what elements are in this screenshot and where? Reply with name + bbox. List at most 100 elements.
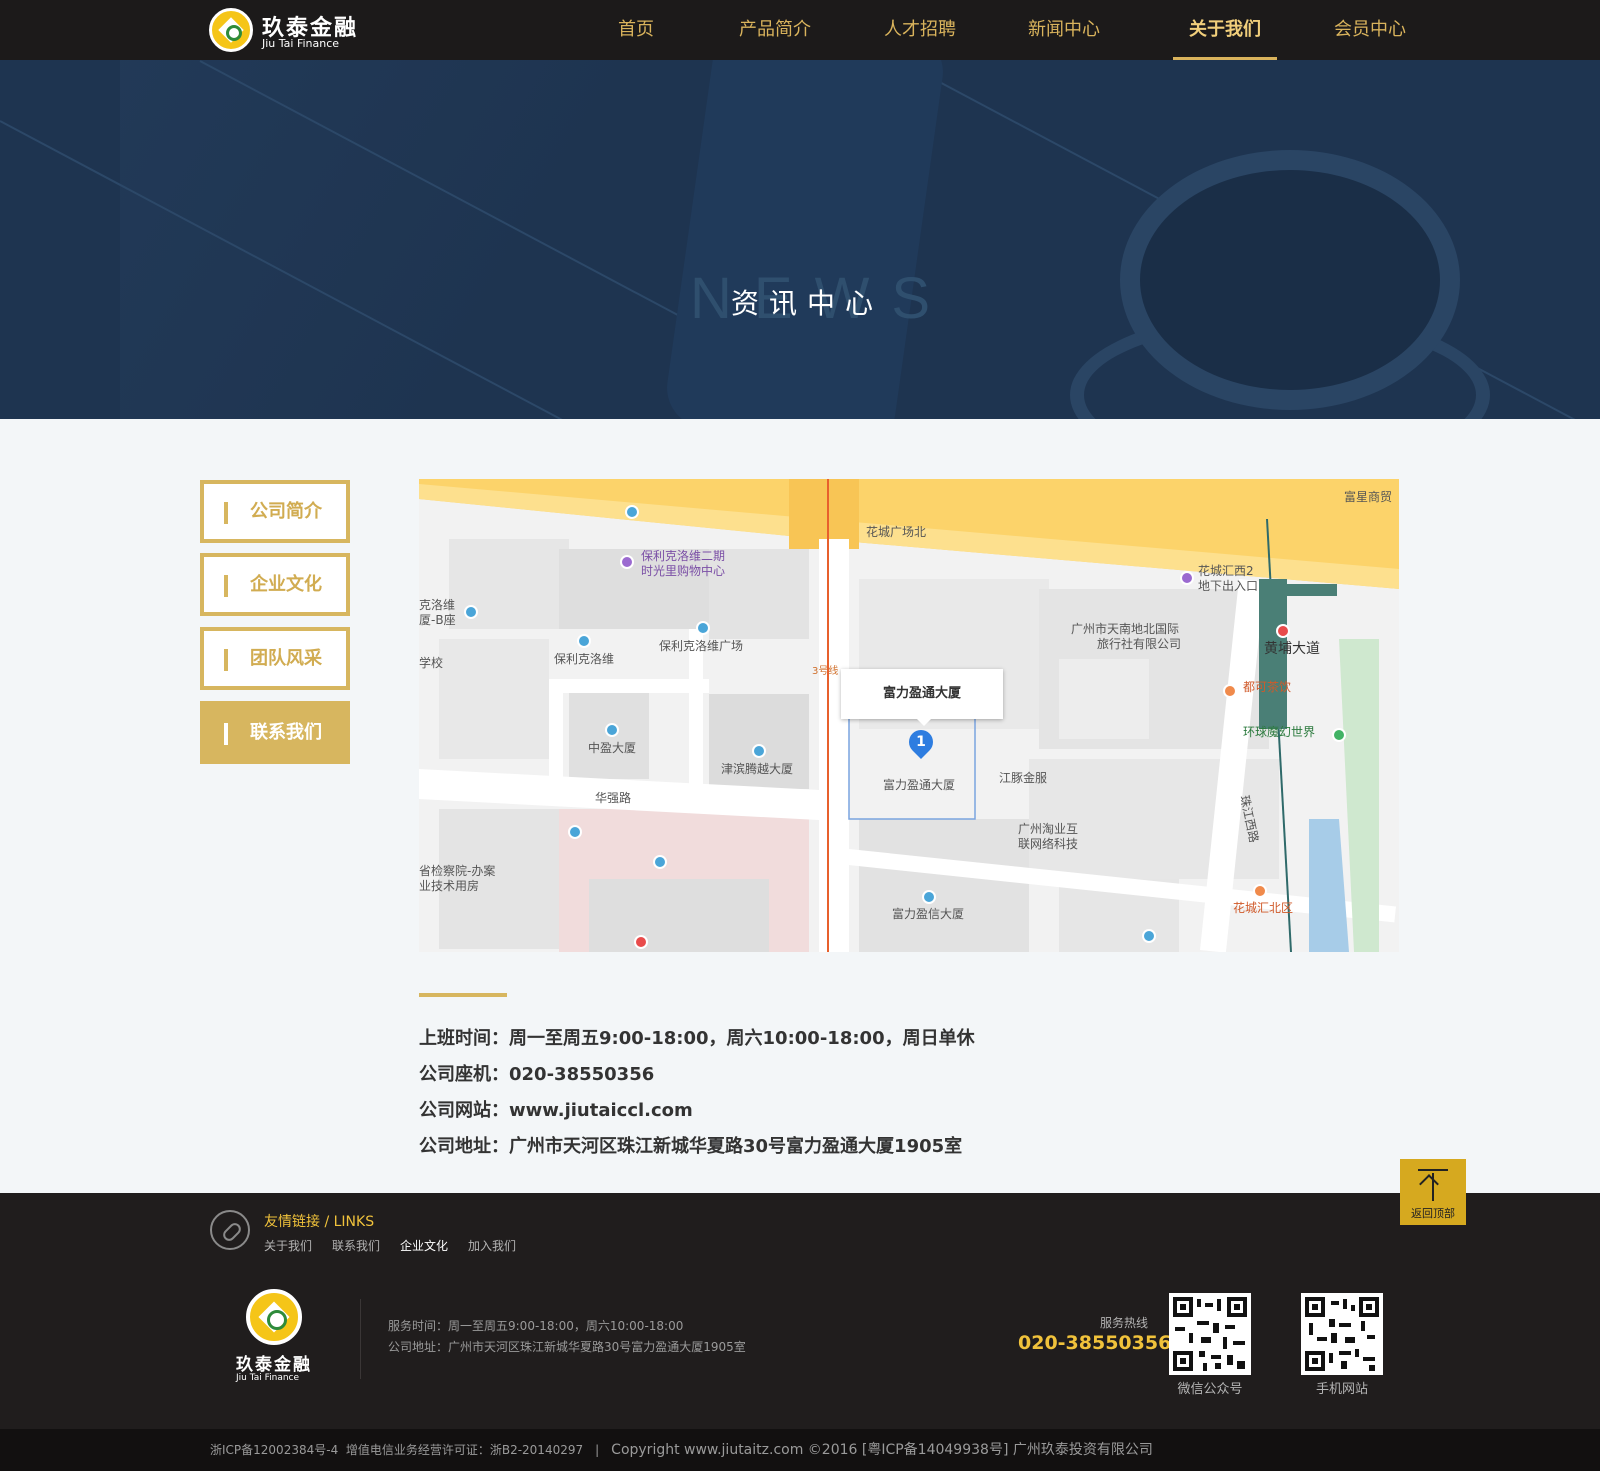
map-label: 省检察院-办案 bbox=[419, 864, 496, 878]
building-icon bbox=[922, 890, 936, 904]
map-label: 保利克洛维 bbox=[554, 652, 615, 666]
map-label: 保利克洛维广场 bbox=[659, 639, 744, 653]
friend-link-about[interactable]: 关于我们 bbox=[264, 1237, 312, 1254]
map-pin-icon[interactable]: 1 bbox=[904, 725, 938, 759]
contact-address: 公司地址：广州市天河区珠江新城华夏路30号富力盈通大厦1905室 bbox=[419, 1132, 962, 1158]
map-label: 花城汇西2 bbox=[1198, 564, 1254, 578]
friend-links-title: 友情链接 / LINKS bbox=[264, 1214, 375, 1230]
logo-text-en: Jiu Tai Finance bbox=[262, 37, 340, 50]
banner-hand-shape bbox=[661, 60, 949, 419]
friend-link-join[interactable]: 加入我们 bbox=[468, 1237, 516, 1254]
nav-item-home[interactable]: 首页 bbox=[585, 0, 687, 60]
hotline-label: 服务热线 bbox=[1100, 1316, 1149, 1330]
footer-divider bbox=[360, 1299, 361, 1379]
mall-icon bbox=[620, 555, 634, 569]
map-label: 克洛维 bbox=[419, 598, 456, 612]
map-label: 津滨腾越大厦 bbox=[721, 762, 794, 776]
map-label: 花城广场北 bbox=[866, 525, 927, 539]
entrance-icon bbox=[1180, 571, 1194, 585]
footer-service-time: 服务时间：周一至周五9:00-18:00，周六10:00-18:00 bbox=[388, 1319, 684, 1333]
hospital-icon bbox=[634, 935, 648, 949]
map-label: 环球魔幻世界 bbox=[1243, 725, 1316, 739]
nav-item-news[interactable]: 新闻中心 bbox=[1024, 0, 1104, 60]
hotline-number: 020-38550356 bbox=[1018, 1332, 1172, 1354]
map-label: 富力盈信大厦 bbox=[892, 907, 965, 921]
contact-website-value[interactable]: www.jiutaiccl.com bbox=[509, 1100, 693, 1121]
contact-phone-value: 020-38550356 bbox=[509, 1064, 655, 1085]
site-footer: 友情链接 / LINKS 关于我们 联系我们 企业文化 加入我们 玖泰金融 Ji… bbox=[0, 1193, 1600, 1429]
metro-line-label: 3号线 bbox=[812, 666, 839, 677]
metro-icon bbox=[1276, 624, 1290, 638]
contact-hours-key: 上班时间： bbox=[419, 1028, 509, 1049]
map-label: 联网络科技 bbox=[1018, 837, 1079, 851]
link-icon bbox=[210, 1210, 250, 1250]
sidebar-item-company-intro[interactable]: 公司简介 bbox=[200, 480, 350, 543]
footer-logo-icon bbox=[246, 1289, 302, 1345]
contact-phone: 公司座机：020-38550356 bbox=[419, 1060, 654, 1086]
icp-number: 浙ICP备12002384号-4 bbox=[210, 1443, 339, 1457]
friend-link-culture[interactable]: 企业文化 bbox=[400, 1237, 448, 1254]
map-label: 时光里购物中心 bbox=[641, 564, 726, 578]
copyright-text: 浙ICP备12002384号-4 增值电信业务经营许可证：浙B2-2014029… bbox=[210, 1429, 1153, 1471]
sidebar-item-label: 公司简介 bbox=[250, 501, 322, 522]
pin-number: 1 bbox=[916, 734, 926, 750]
parking-icon bbox=[568, 825, 582, 839]
map-label: 旅行社有限公司 bbox=[1097, 637, 1182, 651]
map-label: 华强路 bbox=[595, 791, 632, 805]
map-label: 业技术用房 bbox=[419, 879, 480, 893]
map-label: 保利克洛维二期 bbox=[641, 549, 726, 563]
nav-item-about[interactable]: 关于我们 bbox=[1173, 0, 1277, 60]
wechat-qr-code bbox=[1169, 1293, 1251, 1375]
map-popup[interactable]: 富力盈通大厦 bbox=[841, 669, 1003, 726]
contact-hours-value: 周一至周五9:00-18:00，周六10:00-18:00，周日单休 bbox=[509, 1028, 975, 1049]
site-header: 玖泰金融 Jiu Tai Finance 首页 产品简介 人才招聘 新闻中心 关… bbox=[0, 0, 1600, 60]
page-banner: NEWS 资讯中心 bbox=[0, 60, 1600, 419]
wechat-qr-label: 微信公众号 bbox=[1177, 1382, 1243, 1397]
map-label: 学校 bbox=[419, 656, 444, 670]
map-label: 黄埔大道 bbox=[1264, 641, 1320, 657]
nav-item-products[interactable]: 产品简介 bbox=[735, 0, 815, 60]
logo-mark-icon bbox=[209, 8, 253, 52]
building-icon bbox=[577, 634, 591, 648]
nav-item-careers[interactable]: 人才招聘 bbox=[880, 0, 960, 60]
separator: | bbox=[595, 1443, 600, 1457]
footer-logo-text-cn: 玖泰金融 bbox=[236, 1355, 312, 1375]
back-to-top-button[interactable]: 返回顶部 bbox=[1400, 1159, 1466, 1225]
map-label: 广州淘业互 bbox=[1018, 822, 1079, 836]
sidebar-item-team[interactable]: 团队风采 bbox=[200, 627, 350, 690]
sidebar-item-label: 团队风采 bbox=[250, 648, 322, 669]
map-label: 广州市天南地北国际 bbox=[1071, 622, 1180, 636]
building-icon bbox=[1142, 929, 1156, 943]
friend-link-contact[interactable]: 联系我们 bbox=[332, 1237, 380, 1254]
mobile-site-qr-code bbox=[1301, 1293, 1383, 1375]
nav-item-member[interactable]: 会员中心 bbox=[1330, 0, 1410, 60]
map-label: 都可茶饮 bbox=[1243, 680, 1292, 694]
building-icon bbox=[752, 744, 766, 758]
attraction-icon bbox=[1253, 884, 1267, 898]
section-divider bbox=[419, 993, 507, 997]
building-icon bbox=[653, 855, 667, 869]
contact-website: 公司网站：www.jiutaiccl.com bbox=[419, 1096, 693, 1122]
map-label: 地下出入口 bbox=[1198, 579, 1259, 593]
park-icon bbox=[1332, 728, 1346, 742]
building-icon bbox=[696, 621, 710, 635]
map-label: 厦-B座 bbox=[419, 613, 456, 627]
map-label: 中盈大厦 bbox=[588, 741, 637, 755]
contact-address-value: 广州市天河区珠江新城华夏路30号富力盈通大厦1905室 bbox=[509, 1136, 963, 1157]
banner-cup-shape bbox=[1120, 150, 1460, 410]
telecom-license: 增值电信业务经营许可证：浙B2-20140297 bbox=[345, 1443, 584, 1457]
copyright: Copyright www.jiutaitz.com ©2016 [粤ICP备1… bbox=[611, 1442, 1153, 1458]
contact-hours: 上班时间：周一至周五9:00-18:00，周六10:00-18:00，周日单休 bbox=[419, 1024, 975, 1050]
sidebar-item-contact[interactable]: 联系我们 bbox=[200, 701, 350, 764]
map-label: 花城汇北区 bbox=[1233, 901, 1294, 915]
main-nav: 首页 产品简介 人才招聘 新闻中心 关于我们 会员中心 bbox=[585, 0, 1410, 60]
location-map[interactable]: 花城广场北 保利克洛维二期 时光里购物中心 克洛维 厦-B座 保利克洛维 保利克… bbox=[419, 479, 1399, 952]
friend-links: 关于我们 联系我们 企业文化 加入我们 bbox=[264, 1237, 516, 1254]
contact-website-key: 公司网站： bbox=[419, 1100, 509, 1121]
sidebar-item-label: 企业文化 bbox=[250, 574, 322, 595]
back-to-top-label: 返回顶部 bbox=[1411, 1207, 1455, 1220]
building-icon bbox=[464, 605, 478, 619]
mobile-site-qr-label: 手机网站 bbox=[1315, 1382, 1368, 1397]
site-logo[interactable]: 玖泰金融 Jiu Tai Finance bbox=[209, 8, 369, 54]
sidebar-item-culture[interactable]: 企业文化 bbox=[200, 553, 350, 616]
